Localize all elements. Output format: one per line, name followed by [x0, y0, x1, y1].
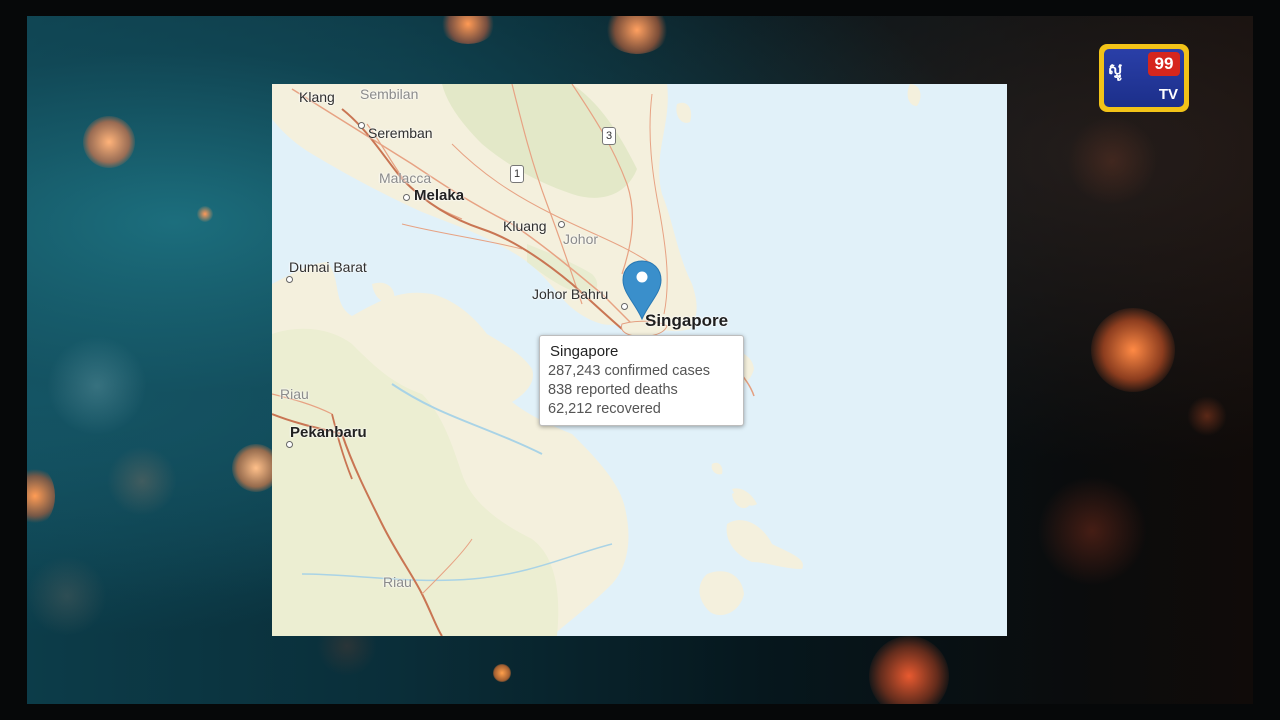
bokeh-light [1187, 396, 1227, 436]
bokeh-light [493, 664, 511, 682]
city-dot [286, 441, 293, 448]
city-dot [403, 194, 410, 201]
city-dot [358, 122, 365, 129]
bokeh-light [47, 336, 147, 436]
island-singkep [699, 571, 744, 616]
logo-wordmark: ស្ទូ [1108, 61, 1123, 78]
bokeh-light [605, 16, 669, 54]
route-shield: 1 [510, 165, 524, 183]
bokeh-light [197, 206, 213, 222]
region-label: Riau [383, 574, 412, 590]
bokeh-light [1067, 116, 1157, 206]
bokeh-light [440, 16, 496, 44]
city-dot [286, 276, 293, 283]
place-label: Johor Bahru [532, 286, 609, 302]
bokeh-light [83, 116, 135, 168]
region-label: Malacca [379, 170, 432, 186]
place-label: Pekanbaru [290, 424, 367, 441]
place-label: Klang [299, 89, 335, 105]
location-pin-icon[interactable] [622, 259, 662, 321]
popup-title: Singapore [550, 343, 619, 360]
bokeh-light [27, 466, 55, 526]
island-small [907, 84, 921, 106]
bokeh-light [869, 636, 949, 704]
island-small [372, 282, 395, 304]
logo-badge: 99 [1148, 52, 1180, 76]
map-panel[interactable]: Klang Sembilan Seremban 3 Malacca 1 Mela… [272, 84, 1007, 636]
popup-reported-deaths: 838 reported deaths [548, 382, 678, 398]
region-label: Johor [563, 231, 599, 247]
city-dot [558, 221, 565, 228]
bokeh-light [1091, 308, 1175, 392]
popup-recovered: 62,212 recovered [548, 401, 661, 417]
place-label: Melaka [414, 187, 465, 204]
place-label: Dumai Barat [289, 259, 367, 275]
island-small [676, 102, 692, 123]
bokeh-light [107, 446, 177, 516]
route-shield: 3 [602, 127, 616, 145]
place-label: Seremban [368, 125, 433, 141]
info-popup[interactable]: Singapore 287,243 confirmed cases 838 re… [539, 335, 744, 426]
place-label: Kluang [503, 218, 547, 234]
bokeh-light [27, 556, 107, 636]
bokeh-light [1037, 476, 1147, 586]
island-lingga [726, 520, 803, 569]
region-label: Riau [280, 386, 309, 402]
region-label: Sembilan [360, 86, 419, 102]
island-small [711, 462, 723, 475]
logo-tv: TV [1158, 86, 1178, 103]
popup-confirmed-cases: 287,243 confirmed cases [548, 363, 711, 379]
channel-logo: ស្ទូ 99 TV [1099, 44, 1189, 112]
